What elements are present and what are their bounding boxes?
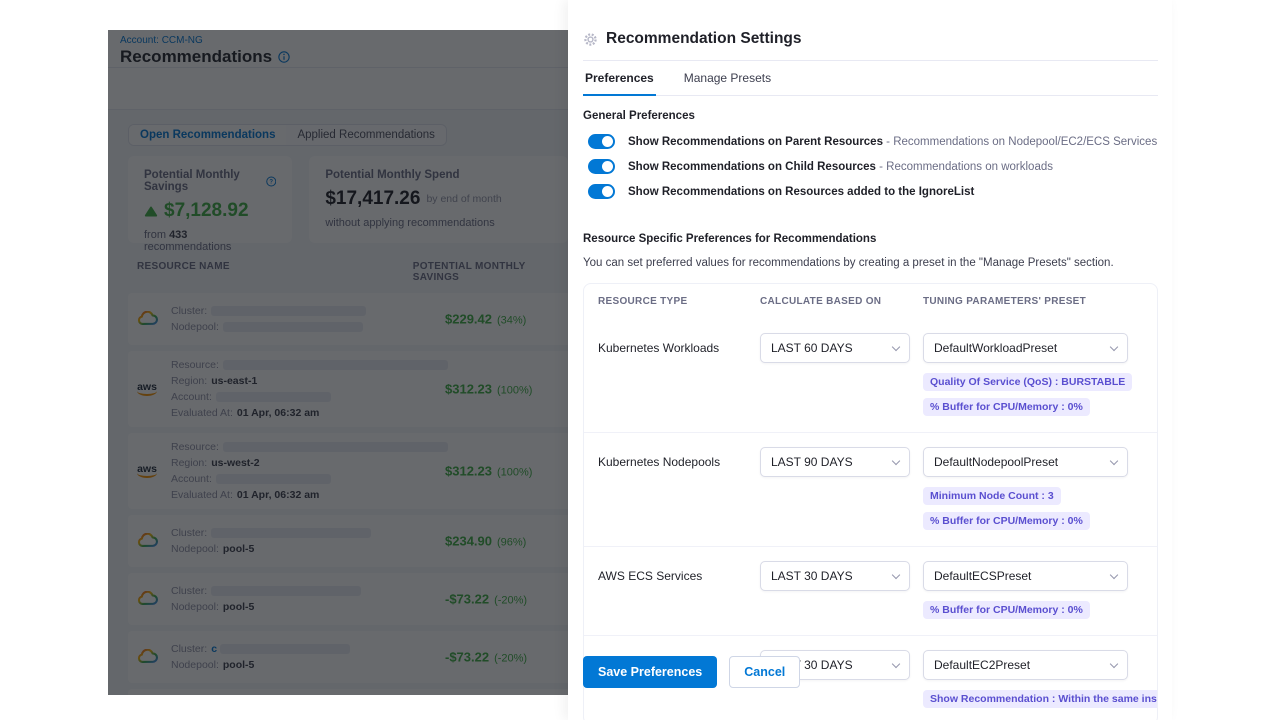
preset-parameter-badge: % Buffer for CPU/Memory : 0% (923, 601, 1090, 619)
toggle-label-bold: Show Recommendations on Child Resources (628, 161, 876, 173)
preset-parameter-badges: Show Recommendation : Within the same in… (923, 690, 1158, 708)
preset-select[interactable]: DefaultECSPreset (923, 561, 1128, 591)
toggle-label-rest: - Recommendations on workloads (876, 161, 1053, 173)
select-value: DefaultEC2Preset (934, 658, 1030, 672)
general-preferences-heading: General Preferences (583, 110, 1172, 122)
title-divider (583, 60, 1158, 61)
calculate-based-on-cell: LAST 90 DAYS (760, 447, 923, 530)
toggle-switch[interactable] (588, 184, 615, 199)
calculate-based-on-cell: LAST 30 DAYS (760, 561, 923, 619)
preset-select[interactable]: DefaultWorkloadPreset (923, 333, 1128, 363)
resource-type-label: AWS ECS Services (598, 561, 760, 619)
toggle-label-rest: - Recommendations on Nodepool/EC2/ECS Se… (883, 136, 1157, 148)
tuning-preset-cell: DefaultNodepoolPreset Minimum Node Count … (923, 447, 1143, 530)
resource-preferences-description: You can set preferred values for recomme… (583, 257, 1172, 269)
select-value: LAST 30 DAYS (771, 569, 853, 583)
recommendations-page: Account: CCM-NG Recommendations Open Rec… (108, 30, 568, 695)
calculate-based-on-cell: LAST 60 DAYS (760, 333, 923, 416)
select-value: LAST 90 DAYS (771, 455, 853, 469)
toggle-switch[interactable] (588, 134, 615, 149)
save-preferences-button[interactable]: Save Preferences (583, 656, 717, 688)
preference-toggle-row: Show Recommendations on Parent Resources… (583, 134, 1172, 149)
preset-parameter-badge: Minimum Node Count : 3 (923, 487, 1061, 505)
tab-manage-presets[interactable]: Manage Presets (682, 71, 773, 96)
preference-toggle-row: Show Recommendations on Resources added … (583, 184, 1172, 199)
preset-select[interactable]: DefaultEC2Preset (923, 650, 1128, 680)
resource-preferences-heading: Resource Specific Preferences for Recomm… (583, 233, 1172, 245)
tuning-preset-cell: DefaultEC2Preset Show Recommendation : Wi… (923, 650, 1158, 708)
preference-toggle-row: Show Recommendations on Child Resources … (583, 159, 1172, 174)
preset-parameter-badge: Show Recommendation : Within the same in… (923, 690, 1158, 708)
preset-parameter-badge: % Buffer for CPU/Memory : 0% (923, 398, 1090, 416)
tab-preferences[interactable]: Preferences (583, 71, 656, 96)
drawer-title: Recommendation Settings (606, 30, 802, 48)
column-tuning-parameters-preset: TUNING PARAMETERS' PRESET (923, 296, 1143, 307)
screen: Account: CCM-NG Recommendations Open Rec… (0, 0, 1280, 720)
preset-select[interactable]: DefaultNodepoolPreset (923, 447, 1128, 477)
preset-parameter-badges: Quality Of Service (QoS) : BURSTABLE % Bu… (923, 373, 1143, 416)
toggle-label-bold: Show Recommendations on Resources added … (628, 186, 974, 198)
preference-row: Kubernetes Workloads LAST 60 DAYS DefaultW… (584, 319, 1157, 432)
settings-tab-bar: Preferences Manage Presets (583, 71, 1158, 96)
general-preferences-toggles: Show Recommendations on Parent Resources… (583, 134, 1172, 199)
resource-preferences-table: RESOURCE TYPE CALCULATE BASED ON TUNING … (583, 283, 1158, 720)
column-calculate-based-on: CALCULATE BASED ON (760, 296, 923, 307)
calculate-based-on-select[interactable]: LAST 60 DAYS (760, 333, 910, 363)
chevron-down-icon (892, 342, 900, 350)
toggle-label: Show Recommendations on Child Resources … (628, 161, 1053, 173)
recommendation-settings-drawer: Recommendation Settings Preferences Mana… (568, 0, 1172, 720)
chevron-down-icon (892, 570, 900, 578)
resource-type-label: Kubernetes Workloads (598, 333, 760, 416)
chevron-down-icon (1110, 570, 1118, 578)
modal-overlay[interactable] (108, 30, 568, 695)
preferences-table-header: RESOURCE TYPE CALCULATE BASED ON TUNING … (584, 296, 1157, 319)
tuning-preset-cell: DefaultECSPreset % Buffer for CPU/Memory … (923, 561, 1143, 619)
preset-parameter-badge: % Buffer for CPU/Memory : 0% (923, 512, 1090, 530)
chevron-down-icon (1110, 659, 1118, 667)
select-value: DefaultNodepoolPreset (934, 455, 1058, 469)
preset-parameter-badge: Quality Of Service (QoS) : BURSTABLE (923, 373, 1132, 391)
select-value: LAST 60 DAYS (771, 341, 853, 355)
calculate-based-on-select[interactable]: LAST 90 DAYS (760, 447, 910, 477)
cancel-button[interactable]: Cancel (729, 656, 800, 688)
preference-row: Kubernetes Nodepools LAST 90 DAYS DefaultN… (584, 432, 1157, 546)
preset-parameter-badges: % Buffer for CPU/Memory : 0% (923, 601, 1143, 619)
calculate-based-on-select[interactable]: LAST 30 DAYS (760, 561, 910, 591)
tuning-preset-cell: DefaultWorkloadPreset Quality Of Service … (923, 333, 1143, 416)
toggle-label: Show Recommendations on Parent Resources… (628, 136, 1157, 148)
preset-parameter-badges: Minimum Node Count : 3 % Buffer for CPU/M… (923, 487, 1143, 530)
chevron-down-icon (1110, 342, 1118, 350)
toggle-label: Show Recommendations on Resources added … (628, 186, 974, 198)
toggle-switch[interactable] (588, 159, 615, 174)
toggle-label-bold: Show Recommendations on Parent Resources (628, 136, 883, 148)
column-resource-type: RESOURCE TYPE (598, 296, 760, 307)
drawer-footer: Save Preferences Cancel (583, 656, 800, 688)
select-value: DefaultECSPreset (934, 569, 1031, 583)
resource-type-label: Kubernetes Nodepools (598, 447, 760, 530)
chevron-down-icon (892, 456, 900, 464)
select-value: DefaultWorkloadPreset (934, 341, 1057, 355)
chevron-down-icon (1110, 456, 1118, 464)
preference-row: AWS ECS Services LAST 30 DAYS DefaultECSPr… (584, 546, 1157, 635)
gear-icon (583, 32, 598, 47)
chevron-down-icon (892, 659, 900, 667)
